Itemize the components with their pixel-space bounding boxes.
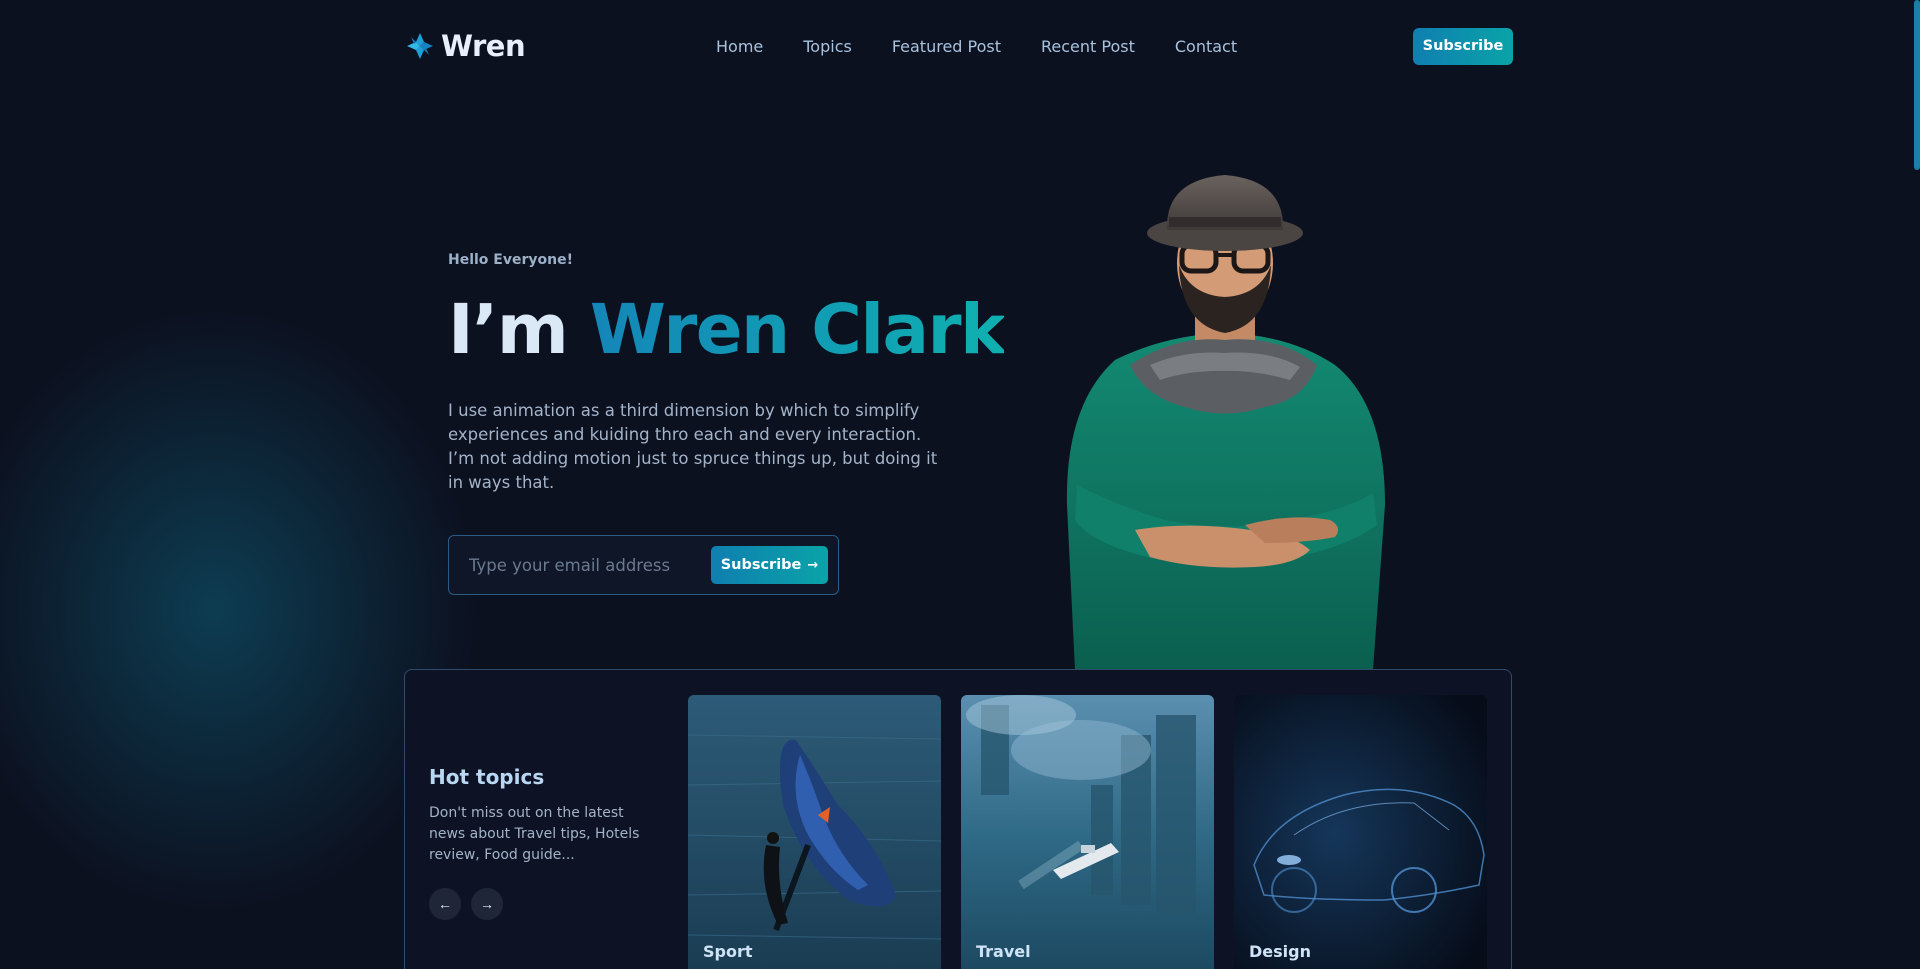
arrow-right-icon: →	[807, 557, 819, 573]
site-header: Wren Home Topics Featured Post Recent Po…	[405, 20, 1513, 72]
scrollbar-thumb[interactable]	[1914, 0, 1920, 170]
topic-card-sport[interactable]: Sport	[688, 695, 941, 969]
hero-portrait	[1066, 175, 1385, 670]
header-subscribe-button[interactable]: Subscribe	[1413, 27, 1513, 65]
hero-greeting: Hello Everyone!	[448, 252, 573, 268]
arrow-left-icon: ←	[438, 896, 452, 912]
design-image	[1234, 695, 1487, 969]
nav-contact[interactable]: Contact	[1175, 37, 1237, 56]
hot-topics-intro: Hot topics Don't miss out on the latest …	[429, 765, 659, 920]
hot-topics-panel: Hot topics Don't miss out on the latest …	[404, 669, 1512, 969]
page-scrollbar[interactable]	[1914, 0, 1920, 969]
carousel-prev-button[interactable]: ←	[429, 888, 461, 920]
email-subscribe-form: Subscribe →	[448, 535, 839, 595]
page: Wren Home Topics Featured Post Recent Po…	[0, 0, 1920, 969]
hero-headline: I’m Wren Clark	[448, 296, 1006, 365]
nav-featured-post[interactable]: Featured Post	[892, 37, 1001, 56]
arrow-right-icon: →	[480, 896, 494, 912]
topic-label-travel: Travel	[976, 942, 1031, 961]
nav-recent-post[interactable]: Recent Post	[1041, 37, 1135, 56]
headline-name: Wren Clark	[589, 290, 1006, 370]
hot-topics-description: Don't miss out on the latest news about …	[429, 805, 640, 863]
hero-subscribe-label: Subscribe	[720, 557, 802, 573]
topic-label-design: Design	[1249, 942, 1311, 961]
email-input[interactable]	[469, 555, 699, 575]
carousel-controls: ← →	[429, 888, 659, 920]
hero-subscribe-button[interactable]: Subscribe →	[711, 546, 828, 584]
headline-prefix: I’m	[448, 290, 569, 370]
logo-icon	[407, 33, 433, 59]
carousel-next-button[interactable]: →	[471, 888, 503, 920]
travel-image	[961, 695, 1214, 969]
hot-topics-title: Hot topics	[429, 765, 545, 789]
hero-section: Hello Everyone! I’m Wren Clark I use ani…	[448, 252, 1006, 495]
brand[interactable]: Wren	[405, 29, 526, 63]
topic-card-design[interactable]: Design	[1234, 695, 1487, 969]
main-nav: Home Topics Featured Post Recent Post Co…	[716, 20, 1277, 72]
hero-intro: I use animation as a third dimension by …	[448, 401, 938, 492]
nav-topics[interactable]: Topics	[803, 37, 852, 56]
topic-label-sport: Sport	[703, 942, 753, 961]
nav-home[interactable]: Home	[716, 37, 763, 56]
topic-card-travel[interactable]: Travel	[961, 695, 1214, 969]
brand-name: Wren	[441, 29, 526, 63]
sport-image	[688, 695, 941, 969]
